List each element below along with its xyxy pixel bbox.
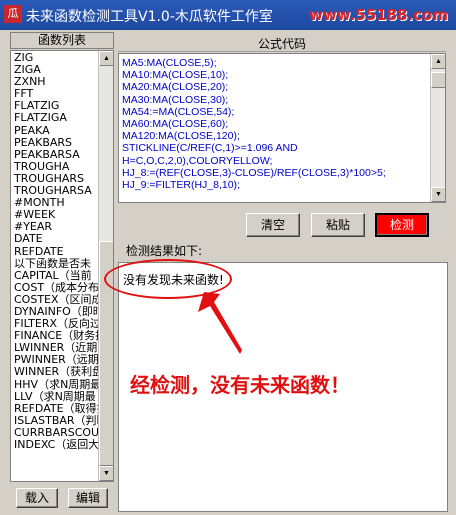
function-list-item[interactable]: #YEAR (11, 221, 99, 233)
function-list-item[interactable]: PEAKBARS (11, 137, 99, 149)
function-list-item[interactable]: PEAKA (11, 125, 99, 137)
function-list-header: 函数列表 (10, 32, 114, 49)
function-list-item[interactable]: FLATZIG (11, 100, 99, 112)
code-line: MA30:MA(CLOSE,30); (122, 93, 229, 106)
annotation-text: 经检测，没有未来函数！ (130, 373, 350, 397)
function-list-item[interactable]: PWINNER（远期获 (11, 354, 99, 366)
code-panel-header: 公式代码 (118, 36, 446, 52)
code-scroll-down-icon[interactable]: ▼ (431, 187, 445, 202)
function-list-item[interactable]: #MONTH (11, 197, 99, 209)
code-line: MA5:MA(CLOSE,5); (122, 57, 217, 69)
function-list-item[interactable]: #WEEK (11, 209, 99, 221)
function-list-item[interactable]: ZXNH (11, 76, 99, 88)
function-list-scrollbar[interactable]: ▲ ▼ (98, 51, 113, 481)
code-line: HJ_9:=FILTER(HJ_8,10); (122, 178, 240, 191)
clear-button[interactable]: 清空 (246, 213, 300, 237)
code-line: MA54:=MA(CLOSE,54); (122, 105, 235, 118)
function-list-items: ZIG ZIGA ZXNH FFT FLATZIG FLATZIGA PEAKA PEAKBA… (11, 52, 99, 451)
function-list-item[interactable]: WINNER（获利盘 (11, 366, 99, 378)
window-title: 未来函数检测工具V1.0-木瓜软件工作室 (26, 9, 273, 25)
function-list-item[interactable]: COST（成本分布 (11, 282, 99, 294)
code-line: HJ_8:=(REF(CLOSE,3)-CLOSE)/REF(CLOSE,3)*… (122, 166, 386, 179)
check-button[interactable]: 检测 (375, 213, 429, 237)
function-list-item[interactable]: FLATZIGA (11, 112, 99, 124)
code-line: MA120:MA(CLOSE,120); (122, 130, 240, 143)
code-line: H=C,O,C,2,0),COLORYELLOW; (122, 154, 273, 167)
function-list-item[interactable]: LWINNER（近期获 (11, 342, 99, 354)
scroll-down-icon[interactable]: ▼ (99, 466, 113, 481)
function-list-item[interactable]: FINANCE（财务指 (11, 330, 99, 342)
function-list-item[interactable]: DYNAINFO（即时 (11, 306, 99, 318)
function-list-item[interactable]: TROUGHARS (11, 173, 99, 185)
app-icon: 瓜 (4, 5, 22, 23)
code-scroll-thumb[interactable] (431, 72, 445, 88)
annotation-arrow-icon (198, 292, 242, 354)
function-list-item[interactable]: HHV（求N周期最 (11, 379, 99, 391)
code-scrollbar[interactable]: ▲ ▼ (430, 54, 445, 202)
function-list[interactable]: ZIG ZIGA ZXNH FFT FLATZIG FLATZIGA PEAKA PEAKBA… (10, 50, 114, 482)
scroll-up-icon[interactable]: ▲ (99, 51, 113, 66)
function-list-item[interactable]: ZIG (11, 52, 99, 64)
function-list-item[interactable]: TROUGHA (11, 161, 99, 173)
load-button[interactable]: 载入 (16, 488, 58, 508)
function-list-item[interactable]: LLV（求N周期最 (11, 391, 99, 403)
function-list-item[interactable]: CURRBARSCOUNT (11, 427, 99, 439)
watermark: www.55188.com (308, 6, 448, 24)
function-list-item[interactable]: 以下函数是否未 (11, 258, 99, 270)
paste-button[interactable]: 粘贴 (311, 213, 365, 237)
code-line: MA10:MA(CLOSE,10); (122, 69, 229, 82)
title-bar: 瓜 未来函数检测工具V1.0-木瓜软件工作室 www.55188.com (0, 0, 456, 30)
function-list-item[interactable]: REFDATE（取得指 (11, 403, 99, 415)
function-list-item[interactable]: TROUGHARSA (11, 185, 99, 197)
code-lines: MA5:MA(CLOSE,5); MA10:MA(CLOSE,10); MA20:M… (122, 57, 428, 191)
function-list-item[interactable]: CAPITAL（当前 (11, 270, 99, 282)
function-list-item[interactable]: FFT (11, 88, 99, 100)
function-list-item[interactable]: REFDATE (11, 246, 99, 258)
formula-code-editor[interactable]: MA5:MA(CLOSE,5); MA10:MA(CLOSE,10); MA20:M… (118, 53, 446, 203)
function-list-item[interactable]: ISLASTBAR（判断 (11, 415, 99, 427)
code-scroll-up-icon[interactable]: ▲ (431, 54, 445, 69)
code-line: MA20:MA(CLOSE,20); (122, 81, 229, 94)
code-line: MA60:MA(CLOSE,60); (122, 117, 229, 130)
edit-button[interactable]: 编辑 (68, 488, 108, 508)
result-label: 检测结果如下: (126, 244, 203, 258)
code-line: STICKLINE(C/REF(C,1)>=1.096 AND (122, 142, 298, 155)
function-list-item[interactable]: DATE (11, 233, 99, 245)
function-list-item[interactable]: INDEXC（返回大 (11, 439, 99, 451)
function-list-item[interactable]: PEAKBARSA (11, 149, 99, 161)
function-list-item[interactable]: ZIGA (11, 64, 99, 76)
function-list-item[interactable]: COSTEX（区间成 (11, 294, 99, 306)
function-list-item[interactable]: FILTERX（反向过 (11, 318, 99, 330)
